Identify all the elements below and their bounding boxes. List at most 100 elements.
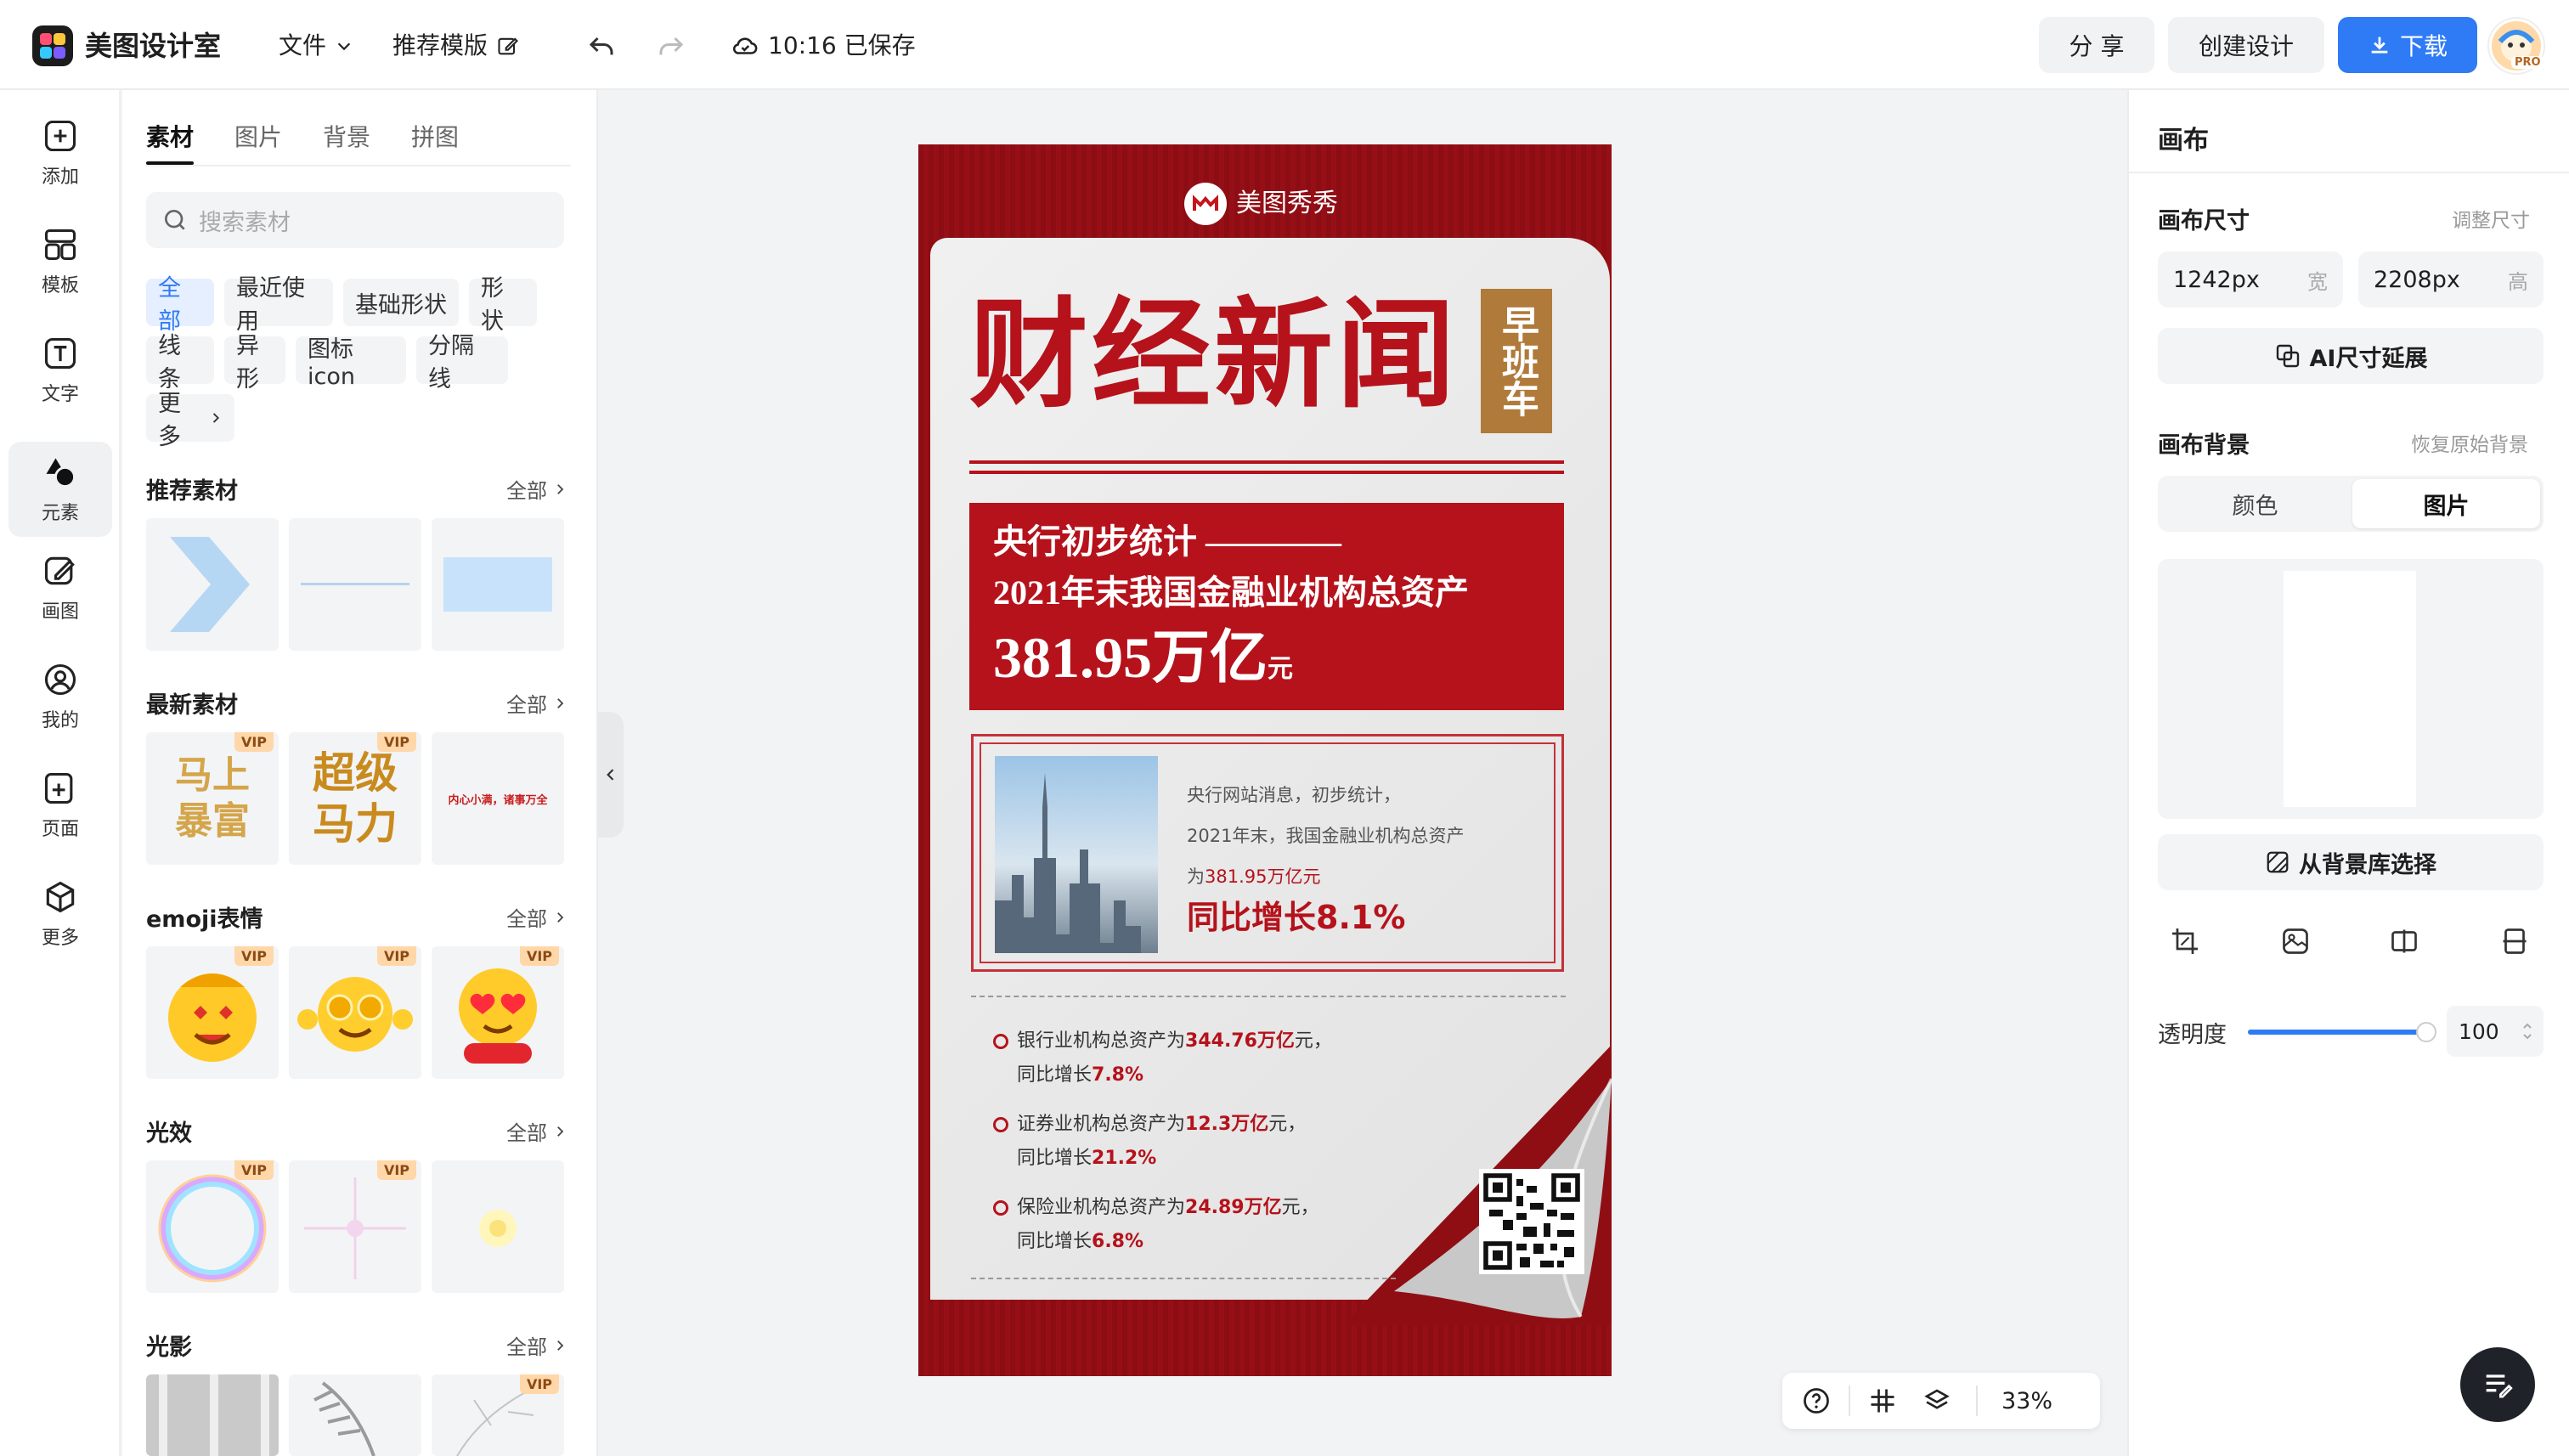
file-menu[interactable]: 文件	[279, 25, 353, 66]
emoji-coin-eyes-icon	[297, 977, 413, 1052]
see-all-recommended[interactable]: 全部	[506, 474, 567, 504]
crop-icon[interactable]	[2170, 926, 2200, 957]
rail-item-add[interactable]: 添加	[8, 105, 112, 200]
see-all-light-effects[interactable]: 全部	[506, 1116, 567, 1146]
bullet-1: 银行业机构总资产为 344.76万亿 元， 同比增长7.8%	[993, 1024, 1332, 1092]
tab-backgrounds[interactable]: 背景	[323, 119, 370, 153]
asset-thumb-sticker-rich[interactable]: 马上暴富 VIP	[146, 732, 279, 865]
rail-item-mine[interactable]: 我的	[8, 649, 112, 744]
section-title-latest: 最新素材	[146, 692, 238, 719]
edit-icon	[498, 37, 519, 55]
rail-item-draw[interactable]: 画图	[8, 540, 112, 635]
grid-hash-icon[interactable]	[1867, 1385, 1898, 1416]
search-input[interactable]: 搜索素材	[146, 192, 564, 248]
asset-thumb-emoji-money-bag[interactable]: VIP	[146, 946, 279, 1079]
rail-item-text[interactable]: 文字	[8, 323, 112, 418]
flip-horizontal-icon[interactable]	[2389, 926, 2419, 957]
window-shadow-icon	[159, 1374, 269, 1456]
create-design-button[interactable]: 创建设计	[2168, 17, 2324, 73]
chevron-down-icon	[337, 42, 351, 51]
bg-preview[interactable]	[2158, 559, 2544, 819]
chip-lines[interactable]: 线条	[146, 333, 214, 392]
flip-vertical-icon[interactable]	[2499, 926, 2530, 957]
rail-item-more[interactable]: 更多	[8, 866, 112, 962]
asset-thumb-branch-shadow[interactable]: VIP	[432, 1374, 564, 1456]
image-filter-icon[interactable]	[2280, 926, 2311, 957]
stepper-arrows-icon[interactable]	[2521, 1019, 2533, 1044]
see-all-latest[interactable]: 全部	[506, 688, 567, 718]
emoji-heart-eyes-icon	[459, 968, 537, 1064]
poster-canvas[interactable]: 美图秀秀 财经新闻 早班车 央行初步统计 ———— 2021年末我国金融业机构总…	[918, 144, 1612, 1376]
app-name[interactable]: 美图设计室	[85, 25, 221, 66]
right-divider	[2129, 172, 2569, 173]
asset-thumb-star-flare[interactable]: VIP	[289, 1160, 421, 1293]
opacity-input[interactable]: 100	[2447, 1006, 2544, 1057]
undo-icon[interactable]	[586, 31, 617, 61]
chevron-right-icon	[557, 1126, 564, 1137]
see-all-emoji[interactable]: 全部	[506, 902, 567, 932]
chip-all[interactable]: 全部	[146, 275, 214, 335]
help-icon[interactable]	[1801, 1385, 1832, 1416]
asset-thumb-line[interactable]	[289, 518, 421, 651]
chip-irregular[interactable]: 异形	[224, 333, 285, 392]
chip-shapes[interactable]: 形状	[469, 275, 537, 335]
see-all-light-shadow[interactable]: 全部	[506, 1330, 567, 1360]
segment-image[interactable]: 图片	[2352, 479, 2540, 528]
rail-item-template[interactable]: 模板	[8, 214, 112, 309]
choose-from-library-button[interactable]: 从背景库选择	[2158, 834, 2544, 890]
collapse-panel-handle[interactable]	[598, 712, 624, 838]
canvas-width-input[interactable]: 1242px 宽	[2158, 251, 2343, 308]
rail-item-page[interactable]: 页面	[8, 758, 112, 853]
download-button[interactable]: 下载	[2338, 17, 2477, 73]
asset-thumb-sticker-calligraphy[interactable]: 内心小满，诸事万全	[432, 732, 564, 865]
opacity-slider[interactable]	[2248, 1022, 2436, 1042]
tab-divider	[146, 165, 571, 166]
card-line-2: 2021年末，我国金融业机构总资产	[1187, 826, 1465, 846]
app-logo-icon[interactable]	[32, 25, 73, 66]
chevron-right-icon	[557, 697, 564, 708]
bg-preview-page	[2284, 571, 2416, 807]
bullet-dot-icon	[993, 1034, 1008, 1049]
floating-notes-button[interactable]	[2460, 1347, 2535, 1422]
recommend-template-menu[interactable]: 推荐模版	[392, 25, 520, 66]
tab-collage[interactable]: 拼图	[411, 119, 459, 153]
redo-icon[interactable]	[656, 31, 686, 61]
canvas-bg-label: 画布背景	[2158, 432, 2250, 459]
bullet-dot-icon	[993, 1200, 1008, 1216]
skyline-icon	[995, 773, 1141, 953]
poster-big-number-line: 381.95万亿 元	[993, 617, 1293, 698]
canvas-height-input[interactable]: 2208px 高	[2358, 251, 2544, 308]
share-button[interactable]: 分 享	[2039, 17, 2154, 73]
adjust-size-link[interactable]: 调整尺寸	[2452, 204, 2530, 233]
chip-basic-shapes[interactable]: 基础形状	[343, 279, 459, 326]
asset-thumb-window-shadow[interactable]	[146, 1374, 279, 1456]
asset-thumb-rectangle[interactable]	[432, 518, 564, 651]
asset-thumb-chevron[interactable]	[146, 518, 279, 651]
zoom-level[interactable]: 33%	[2002, 1388, 2052, 1414]
opacity-slider-knob[interactable]	[2416, 1022, 2436, 1042]
ai-extend-button[interactable]: AI尺寸延展	[2158, 328, 2544, 384]
chip-icons[interactable]: 图标icon	[296, 336, 406, 390]
asset-thumb-palm-shadow[interactable]	[289, 1374, 421, 1456]
chip-recent[interactable]: 最近使用	[224, 275, 333, 335]
rail-item-elements[interactable]: 元素	[8, 442, 112, 537]
chip-dividers[interactable]: 分隔线	[416, 333, 508, 392]
asset-thumb-rainbow-ring[interactable]: VIP	[146, 1160, 279, 1293]
poster-big-number: 381.95万亿	[993, 625, 1268, 690]
qr-code-icon	[1482, 1172, 1581, 1271]
asset-thumb-emoji-heart-eyes[interactable]: VIP	[432, 946, 564, 1079]
chip-more[interactable]: 更多	[146, 391, 234, 450]
asset-thumb-emoji-coin-eyes[interactable]: VIP	[289, 946, 421, 1079]
rainbow-ring-icon	[158, 1174, 267, 1283]
bullet-2: 证券业机构总资产为 12.3万亿 元， 同比增长21.2%	[993, 1108, 1306, 1176]
poster-unit: 元	[1268, 655, 1294, 683]
line-shape-icon	[301, 583, 409, 585]
poster-title: 财经新闻	[969, 291, 1460, 422]
asset-thumb-glow[interactable]	[432, 1160, 564, 1293]
layers-icon[interactable]	[1922, 1385, 1952, 1416]
tab-images[interactable]: 图片	[234, 119, 282, 153]
restore-bg-link[interactable]: 恢复原始背景	[2411, 428, 2528, 457]
segment-color[interactable]: 颜色	[2161, 479, 2349, 528]
asset-thumb-sticker-power[interactable]: 超级马力 VIP	[289, 732, 421, 865]
tab-materials[interactable]: 素材	[146, 119, 194, 153]
